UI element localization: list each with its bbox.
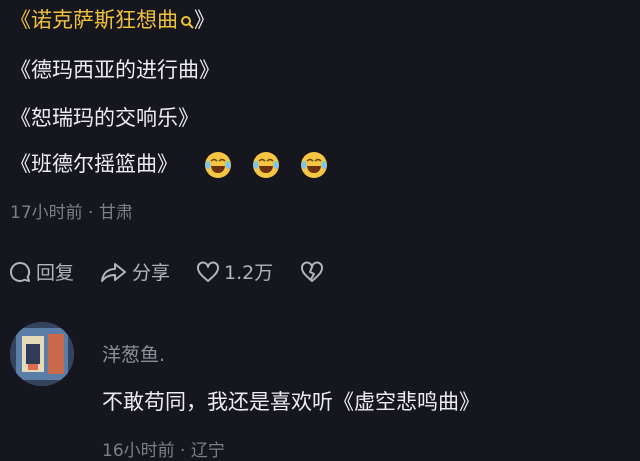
share-arrow-icon [101,262,127,282]
comment-line-shurima: 《恕瑞玛的交响乐》 [10,106,199,130]
like-count: 1.2万 [224,262,274,284]
broken-heart-icon [301,260,324,282]
like-button[interactable]: 1.2万 [196,258,273,285]
search-icon[interactable] [180,8,194,36]
avatar[interactable] [10,322,74,386]
heart-icon [197,260,220,282]
comment-bubble-icon [10,261,31,282]
reply-button[interactable]: 回复 [8,258,74,285]
reply-comment: 洋葱鱼. 不敢苟同，我还是喜欢听《虚空悲鸣曲》 16小时前 · 辽宁 [0,310,640,461]
reply-text: 不敢苟同，我还是喜欢听《虚空悲鸣曲》 [102,390,480,414]
comment-action-bar: 回复 分享 1.2万 [8,258,351,285]
reply-meta: 16小时前 · 辽宁 [102,441,225,461]
comment-line-noxus[interactable]: 《诺克萨斯狂想曲》 [10,6,215,36]
laugh-cry-emoji [300,152,327,178]
reply-username[interactable]: 洋葱鱼. [102,340,165,367]
comment-line-bandle: 《班德尔摇篮曲》 [10,150,329,180]
comment-meta: 17小时前 · 甘肃 [10,203,133,223]
comment-line-demacia: 《德玛西亚的进行曲》 [10,58,220,82]
comment-line-noxus-close: 》 [194,8,215,32]
comment-line-bandle-text: 《班德尔摇篮曲》 [10,152,178,176]
comment-line-noxus-text: 《诺克萨斯狂想曲 [10,8,178,32]
emoji-row [203,150,329,180]
share-label: 分享 [132,262,171,284]
reply-label: 回复 [36,262,75,284]
laugh-cry-emoji [252,152,279,178]
laugh-cry-emoji [204,152,231,178]
share-button[interactable]: 分享 [100,258,170,285]
dislike-button[interactable] [299,260,325,284]
